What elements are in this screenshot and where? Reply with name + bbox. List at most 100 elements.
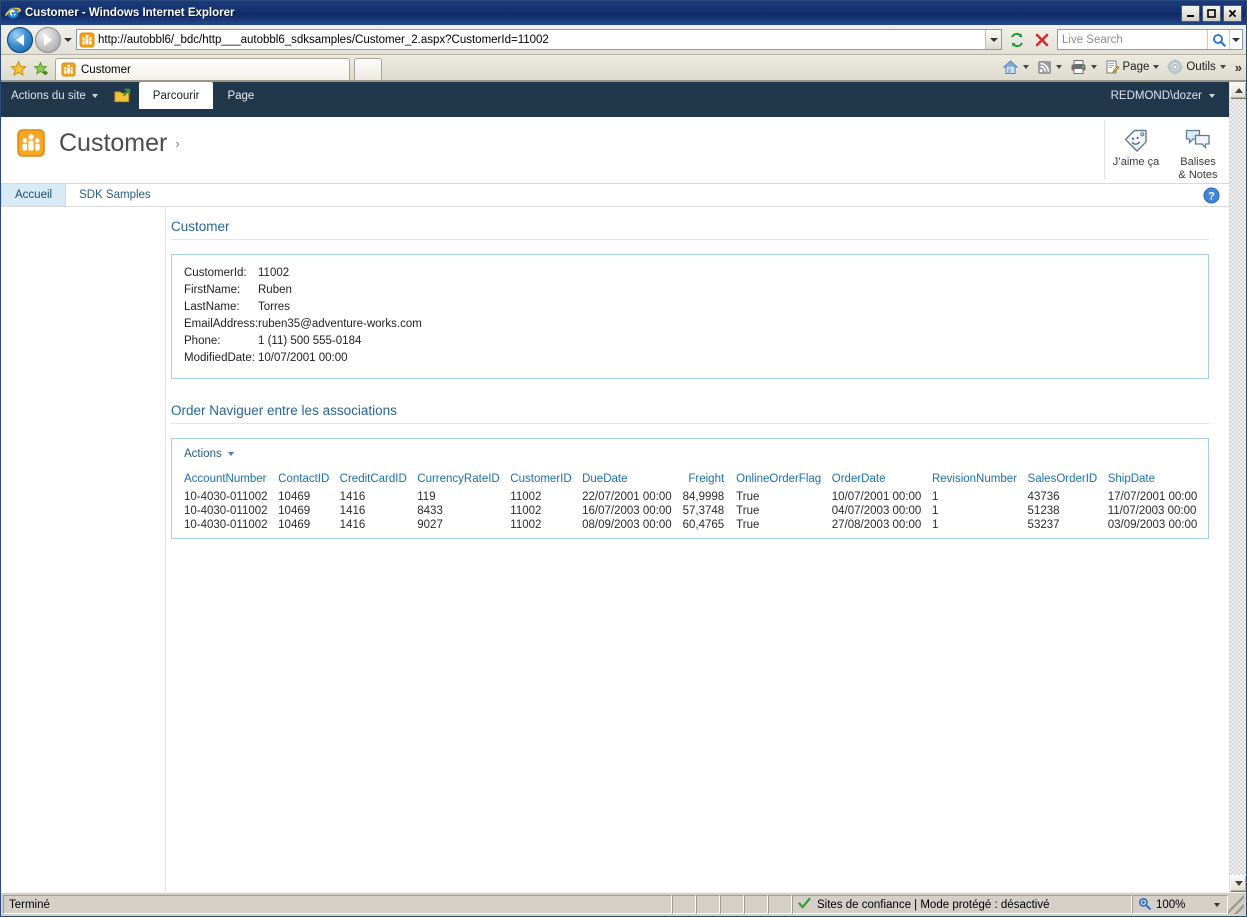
search-input[interactable]: Live Search — [1057, 29, 1243, 50]
recent-pages-dropdown[interactable] — [61, 27, 75, 53]
cell-revisionnumber: 1 — [931, 519, 939, 531]
like-button[interactable]: J’aime ça — [1105, 121, 1167, 169]
tools-menu-button[interactable]: Outils — [1165, 56, 1231, 78]
scrollbar-track[interactable] — [1230, 99, 1246, 875]
resize-grip[interactable] — [1228, 895, 1244, 914]
ribbon-tab-label: Page — [227, 89, 255, 102]
help-icon[interactable]: ? — [1203, 184, 1220, 206]
favorites-icon[interactable] — [7, 56, 29, 80]
new-tab-button[interactable] — [354, 58, 382, 80]
site-actions-menu[interactable]: Actions du site — [1, 82, 106, 109]
cell-customerid: 11002 — [510, 505, 542, 517]
status-text-cell: Terminé — [3, 895, 672, 914]
table-row[interactable]: 10-4030-011002 10469 1416 119 11002 22/0… — [184, 490, 1208, 504]
print-button[interactable] — [1068, 56, 1103, 78]
nav-tab-label: Accueil — [15, 189, 53, 201]
column-header-revisionnumber[interactable]: RevisionNumber — [932, 471, 1028, 490]
ribbon-tab-page[interactable]: Page — [213, 82, 268, 109]
scroll-down-button[interactable] — [1230, 875, 1246, 892]
forward-button[interactable] — [35, 26, 61, 53]
ribbon-spacer — [1, 109, 1229, 117]
minimize-button[interactable] — [1181, 4, 1200, 22]
like-button-label: J’aime ça — [1112, 156, 1160, 168]
column-header-orderdate[interactable]: OrderDate — [832, 471, 932, 490]
search-provider-dropdown[interactable] — [1229, 30, 1242, 49]
user-menu[interactable]: REDMOND\dozer — [1111, 82, 1229, 109]
tags-and-notes-button[interactable]: Balises & Notes — [1167, 121, 1229, 182]
cell-shipdate: 17/07/2001 00:00 — [1107, 491, 1198, 503]
refresh-button[interactable] — [1005, 28, 1029, 52]
search-icon[interactable] — [1207, 30, 1229, 49]
nav-tab-sdk-samples[interactable]: SDK Samples — [66, 184, 164, 206]
actions-bar: Actions — [172, 439, 1208, 471]
column-header-freight[interactable]: Freight — [682, 471, 736, 490]
tools-menu-label: Outils — [1186, 61, 1216, 73]
vertical-scrollbar[interactable] — [1229, 82, 1246, 892]
cell-contactid: 10469 — [278, 519, 311, 531]
address-text: http://autobbl6/_bdc/http___autobbl6_sdk… — [98, 33, 549, 46]
column-header-onlineorderflag[interactable]: OnlineOrderFlag — [736, 471, 832, 490]
cell-customerid: 11002 — [510, 491, 542, 503]
column-header-duedate[interactable]: DueDate — [582, 471, 682, 490]
customer-details-box: CustomerId: 11002 FirstName: Ruben LastN… — [171, 254, 1209, 379]
browser-tab-customer[interactable]: Customer — [55, 58, 350, 80]
column-header-creditcardid[interactable]: CreditCardID — [340, 471, 418, 490]
internet-explorer-icon — [5, 5, 21, 21]
page-body: Customer CustomerId: 11002 FirstName: Ru… — [1, 207, 1229, 892]
detail-value: Torres — [258, 301, 290, 313]
window-controls — [1181, 4, 1242, 22]
table-header-row: AccountNumber ContactID CreditCardID Cur… — [184, 471, 1208, 490]
cell-contactid: 10469 — [278, 505, 311, 517]
quick-launch-panel — [1, 207, 166, 892]
cell-revisionnumber: 1 — [931, 491, 939, 503]
scroll-up-button[interactable] — [1230, 82, 1246, 99]
cell-salesorderid: 53237 — [1027, 519, 1060, 531]
cell-accountnumber: 10-4030-011002 — [184, 519, 268, 531]
table-row[interactable]: 10-4030-011002 10469 1416 8433 11002 16/… — [184, 504, 1208, 518]
orders-table: AccountNumber ContactID CreditCardID Cur… — [184, 471, 1208, 532]
navigate-up-icon[interactable] — [106, 82, 139, 109]
actions-menu-button[interactable]: Actions — [184, 448, 234, 460]
detail-value: 11002 — [258, 267, 290, 279]
address-dropdown-button[interactable] — [985, 30, 1001, 49]
maximize-button[interactable] — [1202, 4, 1221, 22]
nav-tab-accueil[interactable]: Accueil — [1, 184, 67, 206]
page-title: Customer — [59, 129, 168, 157]
home-button[interactable] — [1000, 56, 1035, 78]
column-header-salesorderid[interactable]: SalesOrderID — [1028, 471, 1108, 490]
page-menu-button[interactable]: Page — [1103, 56, 1166, 78]
command-overflow-icon[interactable]: » — [1235, 60, 1242, 75]
add-to-favorites-icon[interactable] — [29, 56, 51, 80]
tags-notes-label-line2: & Notes — [1178, 169, 1218, 182]
cell-orderdate: 10/07/2001 00:00 — [831, 491, 922, 503]
column-header-customerid[interactable]: CustomerID — [510, 471, 582, 490]
column-header-currencyrateid[interactable]: CurrencyRateID — [417, 471, 510, 490]
ribbon-tab-parcourir[interactable]: Parcourir — [138, 82, 214, 109]
zoom-cell[interactable]: 100% — [1132, 895, 1228, 914]
table-row[interactable]: 10-4030-011002 10469 1416 9027 11002 08/… — [184, 518, 1208, 532]
cell-duedate: 08/09/2003 00:00 — [582, 519, 672, 531]
cell-accountnumber: 10-4030-011002 — [184, 505, 268, 517]
cell-duedate: 22/07/2001 00:00 — [582, 491, 672, 503]
status-filler-4 — [744, 895, 768, 914]
tag-smiley-icon — [1124, 129, 1147, 152]
cell-creditcardid: 1416 — [339, 505, 366, 517]
zoom-dropdown-icon[interactable] — [1214, 902, 1220, 907]
customer-details-webpart: Customer CustomerId: 11002 FirstName: Ru… — [171, 219, 1209, 379]
column-header-contactid[interactable]: ContactID — [278, 471, 340, 490]
column-header-shipdate[interactable]: ShipDate — [1108, 471, 1208, 490]
customer-details-title: Customer — [171, 219, 230, 234]
column-header-accountnumber[interactable]: AccountNumber — [184, 471, 278, 490]
feeds-button[interactable] — [1035, 56, 1068, 78]
address-input[interactable]: http://autobbl6/_bdc/http___autobbl6_sdk… — [76, 29, 1002, 50]
stop-button[interactable] — [1030, 28, 1054, 52]
back-button[interactable] — [7, 26, 33, 53]
cell-orderdate: 04/07/2003 00:00 — [831, 505, 922, 517]
site-nav-tabs: Accueil SDK Samples ? — [1, 183, 1229, 207]
page-viewport: Actions du site Parcourir Page REDMOND\d… — [1, 81, 1246, 892]
detail-row: CustomerId: 11002 — [184, 265, 1196, 282]
security-zone-cell[interactable]: Sites de confiance | Mode protégé : désa… — [792, 895, 1132, 914]
breadcrumb-separator: › — [175, 136, 180, 151]
close-button[interactable] — [1223, 4, 1242, 22]
detail-value: ruben35@adventure-works.com — [258, 318, 422, 330]
